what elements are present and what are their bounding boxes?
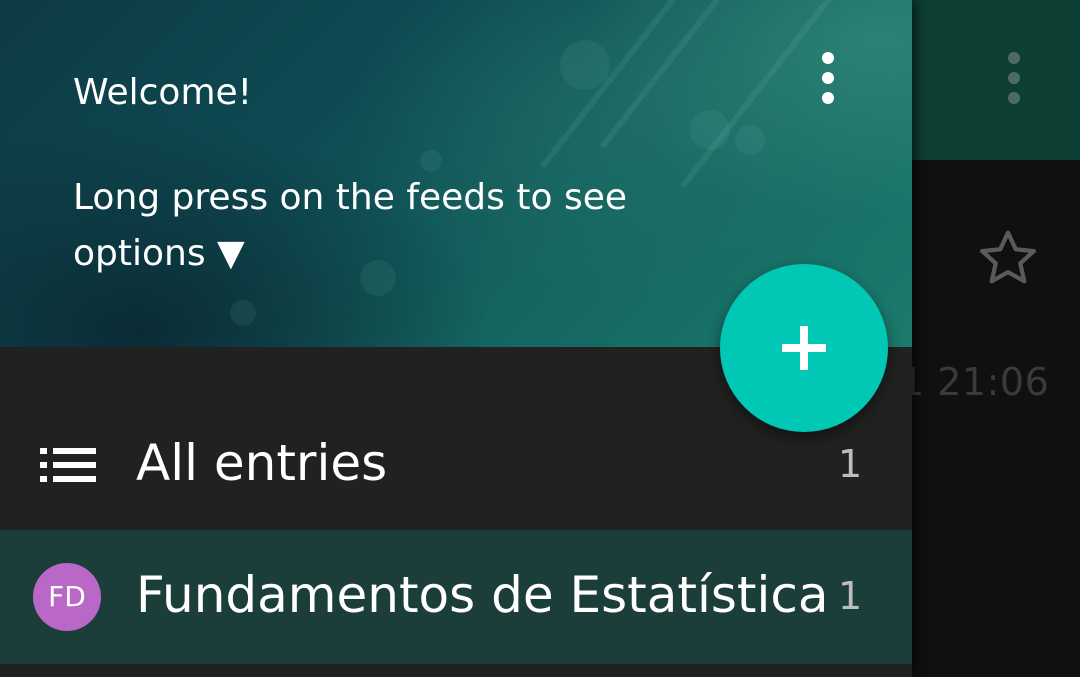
unread-count: 1 <box>838 442 863 486</box>
unread-count: 1 <box>838 574 863 618</box>
avatar: FD <box>33 563 101 631</box>
hint-text: Long press on the feeds to see options ▼ <box>73 177 627 274</box>
drawer-item-label: Fundamentos de Estatística <box>136 566 829 624</box>
drawer-item-label: All entries <box>136 434 388 492</box>
drawer-item-feed[interactable]: FD Fundamentos de Estatística 1 <box>0 530 912 664</box>
more-vert-icon[interactable] <box>1000 52 1028 104</box>
star-outline-icon[interactable] <box>976 226 1040 290</box>
list-icon <box>40 448 96 482</box>
screen: 1 21:06 Welcome! Long press on the feeds… <box>0 0 1080 677</box>
more-vert-icon[interactable] <box>812 52 844 104</box>
plus-icon <box>782 326 826 370</box>
welcome-text: Welcome! <box>73 72 253 113</box>
add-feed-button[interactable] <box>720 264 888 432</box>
entry-time: 1 21:06 <box>900 360 1050 404</box>
